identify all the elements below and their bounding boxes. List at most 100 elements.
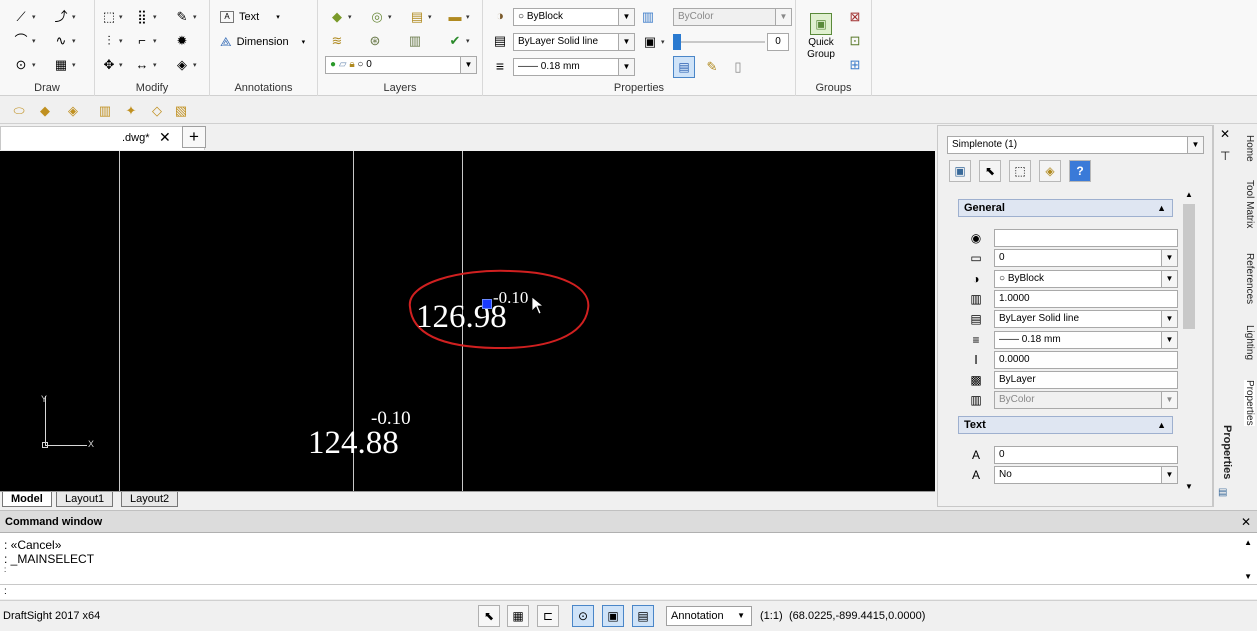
side-tab-lighting[interactable]: Lighting bbox=[1244, 325, 1255, 360]
dimension-tool-button[interactable]: ⟁ Dimension ▾ bbox=[220, 34, 305, 50]
toggle-pickadd-icon[interactable]: ⬚ bbox=[1009, 160, 1031, 182]
group-edit-icon[interactable]: ⊡ bbox=[846, 33, 864, 49]
linestyle-manager-icon[interactable]: ▣ bbox=[641, 34, 659, 50]
color-palette-icon[interactable]: ▥ bbox=[639, 9, 657, 25]
erase-icon[interactable]: ✎ bbox=[173, 9, 191, 25]
text-section-header[interactable]: Text ▲ bbox=[958, 416, 1173, 434]
grip-point[interactable] bbox=[482, 299, 492, 309]
command-scroll-up-icon[interactable]: ▲ bbox=[1244, 538, 1252, 547]
pencil-icon[interactable]: ✎ bbox=[703, 59, 721, 75]
layer-off-icon[interactable]: ⬭ bbox=[10, 103, 28, 119]
layer-states-icon[interactable]: ◎ bbox=[368, 9, 386, 25]
document-tab[interactable]: .dwg* ✕ bbox=[0, 126, 205, 150]
layer-unlock-icon[interactable]: ✦ bbox=[122, 103, 140, 119]
etrack-icon[interactable]: ▣ bbox=[602, 605, 624, 627]
transparency-mode-dropdown[interactable]: ByColor ▼ bbox=[673, 8, 792, 26]
new-tab-button[interactable]: + bbox=[182, 126, 206, 148]
layer-previous-icon[interactable]: ≋ bbox=[328, 33, 346, 49]
rotate-icon[interactable]: ✥ bbox=[100, 57, 118, 73]
tab-model[interactable]: Model bbox=[2, 492, 52, 507]
dimension-tolerance-1[interactable]: -0.10 bbox=[493, 288, 528, 308]
side-tab-references[interactable]: References bbox=[1244, 253, 1255, 304]
select-objects-icon[interactable]: ⬉ bbox=[979, 160, 1001, 182]
line-icon[interactable]: ⟋ bbox=[12, 9, 30, 25]
layer-freeze-tool-icon[interactable]: ◈ bbox=[64, 103, 82, 119]
property-value-field[interactable]: 0.0000 bbox=[994, 350, 1178, 369]
scroll-thumb[interactable] bbox=[1183, 204, 1195, 329]
text-tool-button[interactable]: A Text ▾ bbox=[220, 9, 280, 25]
annotation-scale-dropdown[interactable]: Annotation ▼ bbox=[666, 606, 752, 626]
drawing-canvas[interactable]: 126.98 -0.10 124.88 -0.10 Y X bbox=[0, 151, 935, 492]
close-command-icon[interactable]: ✕ bbox=[1241, 511, 1251, 533]
layer-dropdown[interactable]: ● ▱ 🔒︎ ○ 0 ▼ bbox=[325, 56, 477, 74]
scale-readout[interactable]: (1:1) bbox=[760, 610, 783, 622]
property-value-field[interactable]: —— 0.18 mm ▼ bbox=[994, 330, 1178, 349]
command-input[interactable]: : bbox=[0, 584, 1257, 599]
properties-scrollbar[interactable]: ▲ ▼ bbox=[1181, 190, 1197, 494]
tab-layout2[interactable]: Layout2 bbox=[121, 492, 179, 507]
property-value-field[interactable]: 1.0000 bbox=[994, 289, 1178, 308]
arc-icon[interactable]: ⌒ bbox=[12, 33, 30, 49]
scroll-down-icon[interactable]: ▼ bbox=[1181, 482, 1197, 494]
close-panel-icon[interactable]: ✕ bbox=[1220, 127, 1230, 141]
grid-icon[interactable]: ▦ bbox=[507, 605, 529, 627]
circle-icon[interactable]: ⊙ bbox=[12, 57, 30, 73]
side-tab-home[interactable]: Home bbox=[1244, 135, 1255, 162]
hatch-icon[interactable]: ▦ bbox=[52, 57, 70, 73]
select-cursor-icon[interactable]: ⬉ bbox=[478, 605, 500, 627]
layer-delete-icon[interactable]: ▧ bbox=[172, 103, 190, 119]
fillet-icon[interactable]: ⌐ bbox=[133, 33, 151, 49]
trim-icon[interactable]: ⫶ bbox=[100, 33, 118, 49]
command-scroll-down-icon[interactable]: ▼ bbox=[1244, 572, 1252, 581]
help-icon[interactable]: ? bbox=[1069, 160, 1091, 182]
group-manager-icon[interactable]: ⊞ bbox=[846, 57, 864, 73]
lineweight-dropdown[interactable]: —— 0.18 mm ▼ bbox=[513, 58, 635, 76]
transparency-slider[interactable] bbox=[673, 34, 765, 50]
side-tab-tool-matrix[interactable]: Tool Matrix bbox=[1244, 180, 1255, 228]
layer-iso-icon[interactable]: ▬ bbox=[446, 9, 464, 25]
property-value-field[interactable]: ByColor ▼ bbox=[994, 391, 1178, 410]
layer-isolate-icon[interactable]: ◆ bbox=[36, 103, 54, 119]
pin-icon[interactable]: ⊤ bbox=[1220, 149, 1230, 163]
slider-thumb[interactable] bbox=[673, 34, 681, 50]
spline-icon[interactable]: ∿ bbox=[52, 33, 70, 49]
dimension-tolerance-2[interactable]: -0.10 bbox=[371, 408, 411, 430]
quick-select-icon[interactable]: ▣ bbox=[949, 160, 971, 182]
layer-walk-icon[interactable]: ▤ bbox=[408, 9, 426, 25]
tab-layout1[interactable]: Layout1 bbox=[56, 492, 114, 507]
property-value-field[interactable]: 0 bbox=[994, 446, 1178, 464]
paint-icon[interactable]: ◈ bbox=[1039, 160, 1061, 182]
layer-match-icon[interactable]: ▥ bbox=[406, 33, 424, 49]
property-value-field[interactable]: ByLayer bbox=[994, 371, 1178, 390]
document-icon[interactable]: ▯ bbox=[729, 59, 747, 75]
layer-filter-icon[interactable]: ⊛ bbox=[366, 33, 384, 49]
stretch-icon[interactable]: ↔ bbox=[133, 57, 151, 73]
scroll-up-icon[interactable]: ▲ bbox=[1181, 190, 1197, 202]
move-icon[interactable]: ⬚ bbox=[100, 9, 118, 25]
property-value-field[interactable]: ○ ByBlock ▼ bbox=[994, 269, 1178, 288]
make-current-icon[interactable]: ✔ bbox=[446, 33, 464, 49]
quick-group-button[interactable]: ▣ Quick Group bbox=[806, 10, 836, 61]
selection-dropdown[interactable]: Simplenote (1) ▼ bbox=[947, 136, 1204, 154]
color-dropdown[interactable]: ○ ByBlock ▼ bbox=[513, 8, 635, 26]
general-section-header[interactable]: General ▲ bbox=[958, 199, 1173, 217]
array-icon[interactable]: ⣿ bbox=[133, 9, 151, 25]
polyline-icon[interactable]: ⤴ bbox=[52, 9, 70, 25]
ortho-icon[interactable]: ⊏ bbox=[537, 605, 559, 627]
side-tab-properties[interactable]: Properties bbox=[1244, 380, 1255, 426]
explode-icon[interactable]: ✹ bbox=[173, 33, 191, 49]
dimension-value-2[interactable]: 124.88 bbox=[308, 425, 399, 462]
properties-match-icon[interactable]: ◈ bbox=[173, 57, 191, 73]
layer-manager-icon[interactable]: ◆ bbox=[328, 9, 346, 25]
layer-lock-tool-icon[interactable]: ▥ bbox=[96, 103, 114, 119]
property-value-field[interactable]: ByLayer Solid line ▼ bbox=[994, 310, 1178, 329]
property-value-field[interactable] bbox=[994, 229, 1178, 247]
text-properties-icon[interactable]: ▤ bbox=[673, 56, 695, 78]
esnap-icon[interactable]: ⊙ bbox=[572, 605, 594, 627]
ungroup-icon[interactable]: ⊠ bbox=[846, 9, 864, 25]
property-value-field[interactable]: No ▼ bbox=[994, 466, 1178, 485]
lineweight-display-icon[interactable]: ▤ bbox=[632, 605, 654, 627]
close-tab-icon[interactable]: ✕ bbox=[159, 129, 171, 146]
linestyle-dropdown[interactable]: ByLayer Solid line ▼ bbox=[513, 33, 635, 51]
transparency-value-field[interactable]: 0 bbox=[767, 33, 789, 51]
